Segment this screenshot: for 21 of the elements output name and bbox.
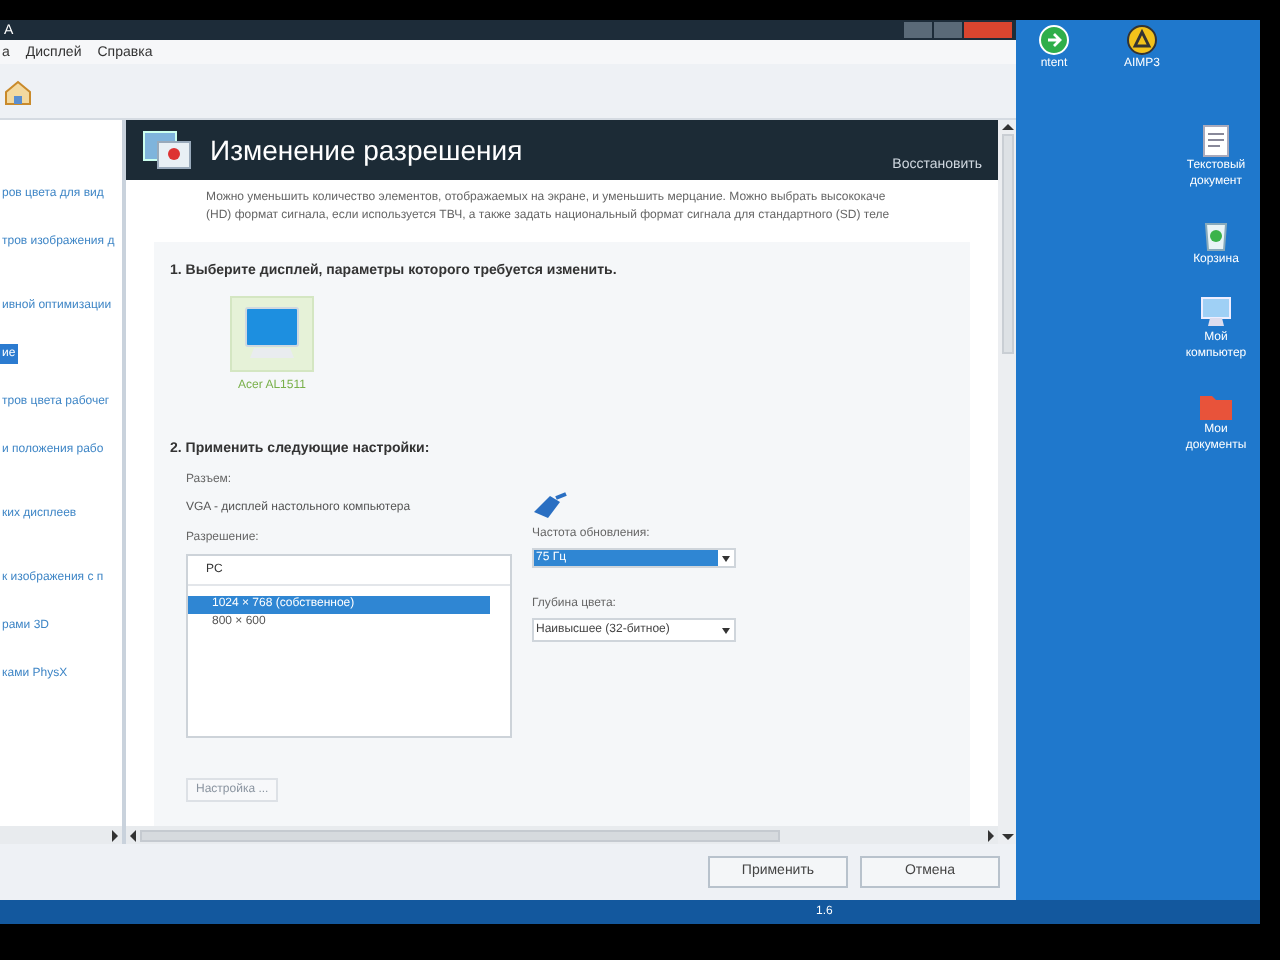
document-icon [1202,124,1230,158]
panel-title: Изменение разрешения [210,131,523,170]
minimize-button[interactable] [904,22,932,38]
triangle-logo-icon [1126,24,1158,56]
computer-icon [1198,296,1234,330]
folder-icon [1198,390,1234,422]
recycle-bin-icon [1202,218,1230,252]
scrollbar-thumb[interactable] [1001,134,1013,354]
horizontal-scrollbar[interactable] [126,826,998,844]
caret-icon [722,627,730,633]
horizontal-scrollbar[interactable] [0,826,122,844]
caret-icon [722,555,730,561]
monitor-icon [242,305,302,361]
monitors-icon [142,126,194,174]
close-button[interactable] [964,22,1012,38]
vertical-scrollbar[interactable] [998,120,1016,844]
display-tile[interactable] [230,295,314,371]
connector-cable-icon [532,492,568,520]
scrollbar-thumb[interactable] [140,829,780,841]
home-icon[interactable] [4,77,32,105]
maximize-button[interactable] [934,22,962,38]
